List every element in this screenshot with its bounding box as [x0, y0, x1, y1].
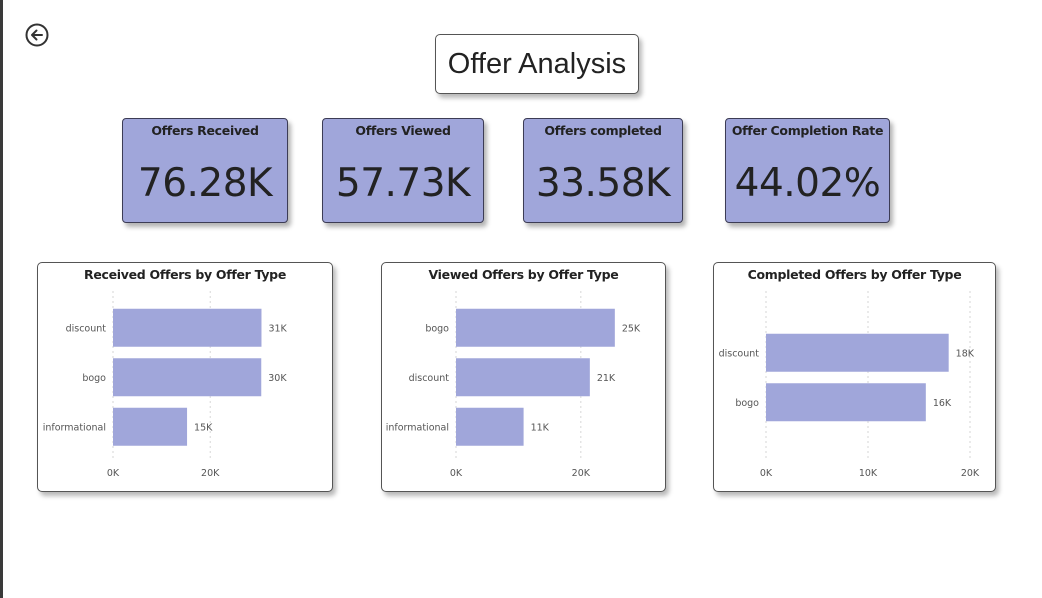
page-title: Offer Analysis [435, 34, 639, 94]
bar [766, 383, 926, 422]
back-button[interactable] [24, 22, 50, 48]
kpi-label: Offers Viewed [355, 123, 451, 138]
data-label: 18K [956, 348, 975, 359]
chart-plot: 0K 10K 20K discount 18K bogo 16K [719, 291, 980, 479]
category-label: informational [386, 422, 449, 433]
kpi-value: 57.73K [335, 161, 471, 206]
x-tick-label: 0K [107, 468, 120, 479]
bar [113, 407, 188, 446]
category-label: bogo [82, 373, 106, 384]
data-label: 30K [268, 373, 287, 384]
data-label: 25K [622, 323, 641, 334]
bar [113, 358, 262, 397]
x-tick-label: 20K [961, 468, 980, 479]
kpi-value: 33.58K [535, 161, 671, 206]
category-label: discount [66, 323, 107, 334]
kpi-label: Offer Completion Rate [731, 123, 884, 138]
x-tick-label: 0K [450, 468, 463, 479]
kpi-value: 44.02% [734, 161, 881, 206]
x-tick-label: 0K [760, 468, 773, 479]
category-label: discount [409, 373, 450, 384]
chart-plot: 0K 20K bogo 25K discount 21K informational 11K [386, 291, 641, 479]
category-label: bogo [735, 398, 759, 409]
page-title-text: Offer Analysis [447, 47, 627, 80]
chart-plot: 0K 20K discount 31K bogo 30K informational 15K [43, 291, 288, 479]
category-label: discount [719, 348, 760, 359]
kpi-card-offers-viewed: Offers Viewed 57.73K [322, 118, 484, 223]
bar [113, 308, 262, 347]
category-label: bogo [425, 323, 449, 334]
back-arrow-icon [25, 23, 49, 47]
bar [456, 407, 524, 446]
kpi-card-offers-received: Offers Received 76.28K [122, 118, 288, 223]
bar [456, 308, 615, 347]
chart-received-offers[interactable]: Received Offers by Offer Type 0K 20K disco… [37, 262, 333, 492]
category-label: informational [43, 422, 106, 433]
data-label: 15K [194, 422, 213, 433]
kpi-card-offer-completion-rate: Offer Completion Rate 44.02% [725, 118, 890, 223]
x-tick-label: 10K [859, 468, 878, 479]
data-label: 11K [531, 422, 550, 433]
data-label: 21K [597, 373, 616, 384]
bar [766, 333, 949, 372]
window-left-edge [0, 0, 3, 598]
kpi-value: 76.28K [137, 161, 273, 206]
data-label: 31K [268, 323, 287, 334]
kpi-label: Offers Received [151, 123, 259, 138]
kpi-label: Offers completed [544, 123, 662, 138]
data-label: 16K [933, 398, 952, 409]
chart-viewed-offers[interactable]: Viewed Offers by Offer Type 0K 20K bogo 25K… [381, 262, 666, 492]
x-tick-label: 20K [572, 468, 591, 479]
bar [456, 358, 590, 397]
chart-completed-offers[interactable]: Completed Offers by Offer Type 0K 10K 20K d… [713, 262, 996, 492]
kpi-card-offers-completed: Offers completed 33.58K [523, 118, 683, 223]
x-tick-label: 20K [201, 468, 220, 479]
